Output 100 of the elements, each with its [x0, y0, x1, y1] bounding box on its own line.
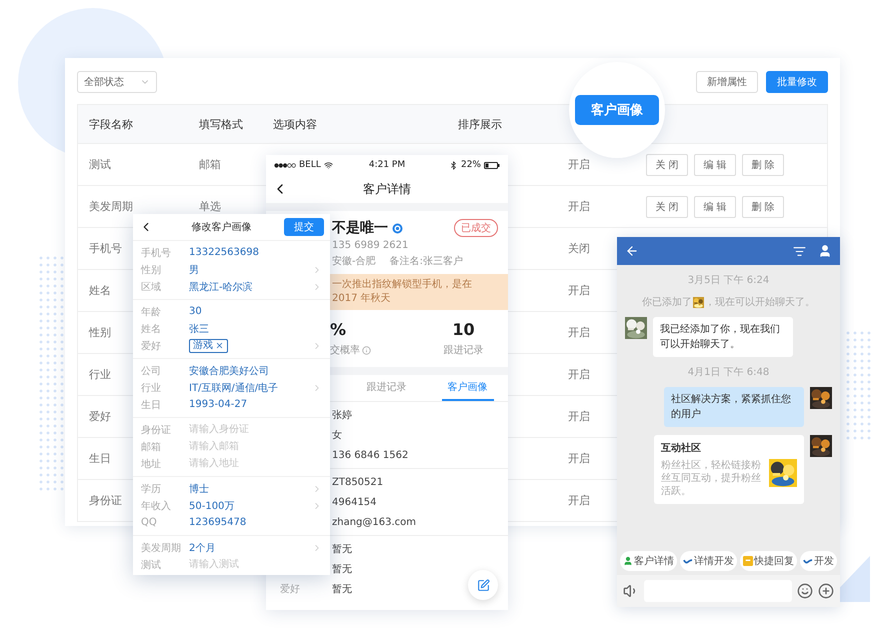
table-cell: 开启 [568, 283, 590, 298]
field-value: 1993-04-27 [189, 399, 248, 410]
field-value: IT/互联网/通信/电子 [189, 382, 278, 394]
field-label: 年龄 [141, 306, 161, 318]
input-field[interactable]: 请输入地址 [189, 458, 312, 469]
field-label: 年收入 [141, 500, 171, 512]
primary-button[interactable]: 批量修改 [766, 71, 828, 93]
table-cell: 手机号 [89, 241, 122, 256]
field-label: 地址 [141, 458, 161, 470]
field-value: 女 [332, 429, 342, 442]
emoji-icon[interactable] [797, 583, 813, 599]
table-cell: 邮箱 [199, 157, 221, 172]
status-dropdown[interactable]: 全部状态 [77, 71, 157, 93]
action-button[interactable]: 编辑 [694, 154, 736, 176]
square-icon [743, 556, 753, 566]
carrier-name: BELL [299, 160, 321, 170]
action-button[interactable]: 删除 [742, 154, 784, 176]
table-cell: 开启 [568, 325, 590, 340]
table-cell: 开启 [568, 409, 590, 424]
field-label: 测试 [141, 558, 161, 572]
status-badge: 已成交 [454, 219, 498, 237]
table-cell: 姓名 [89, 283, 111, 298]
table-cell: 行业 [89, 367, 111, 382]
field-value: 黑龙江-哈尔滨 [189, 280, 253, 294]
input-field[interactable]: 请输入身份证 [189, 424, 312, 435]
table-cell: 单选 [199, 199, 221, 214]
tag[interactable]: 游戏 [189, 338, 228, 352]
table-cell: 开启 [568, 367, 590, 382]
quick-action[interactable]: 开发 [800, 551, 837, 571]
field-value: 张婷 [332, 408, 352, 422]
field-label: 美发周期 [141, 542, 181, 554]
table-cell: 爱好 [89, 409, 111, 424]
edit-icon [476, 578, 490, 592]
wifi-icon [324, 160, 333, 170]
column-header: 填写格式 [199, 116, 243, 132]
input-field[interactable]: 请输入测试 [189, 559, 312, 570]
table-cell: 测试 [89, 157, 111, 172]
field-value: 博士 [189, 482, 209, 496]
table-cell: 性别 [89, 325, 111, 340]
battery-percent: 22% [460, 160, 481, 170]
system-message: ，现在可以开始聊天了。 [705, 296, 815, 309]
message-bubble: 社区解决方案，紧紧抓住您的用户 [664, 387, 804, 427]
field-label: 行业 [141, 382, 161, 394]
info-icon [362, 346, 371, 354]
tab[interactable]: 客户画像 [442, 375, 494, 401]
screen-title: 修改客户画像 [190, 220, 252, 234]
field-value: 男 [189, 264, 199, 276]
toolbar-button[interactable]: 新增属性 [696, 71, 758, 93]
table-cell: 美发周期 [89, 199, 133, 214]
column-header: 选项内容 [273, 116, 317, 132]
status-time: 4:21 PM [368, 160, 406, 170]
action-button[interactable]: 删除 [742, 196, 784, 218]
list-icon[interactable] [793, 244, 806, 258]
field-value: zhang@163.com [332, 516, 416, 528]
wave-icon [803, 558, 813, 564]
field-label: 手机号 [141, 246, 171, 260]
remark-name: 备注名:张三客户 [390, 254, 463, 268]
field-value: 张三 [189, 322, 209, 336]
field-label: 性别 [141, 264, 161, 276]
submit-button[interactable]: 提交 [284, 218, 324, 236]
input-field[interactable]: 请输入邮箱 [189, 441, 312, 452]
customer-name: 不是唯一 [332, 219, 388, 237]
action-button[interactable]: 关闭 [646, 154, 688, 176]
card-description: 粉丝社区，轻松链接粉丝互同互动，提升粉丝活跃。 [661, 459, 762, 498]
stat-label: 交概率 [330, 344, 360, 357]
field-value: 136 6846 1562 [332, 450, 408, 460]
field-label: 区域 [141, 280, 161, 294]
wave-icon [683, 558, 693, 564]
edit-button[interactable] [468, 570, 498, 600]
table-cell: 开启 [568, 199, 590, 214]
quick-action[interactable]: 客户详情 [620, 551, 677, 571]
battery-icon [484, 162, 500, 168]
field-value: 暂无 [332, 562, 352, 576]
column-header: 排序展示 [458, 116, 502, 132]
table-cell: 开启 [568, 451, 590, 466]
action-button[interactable]: 编辑 [694, 196, 736, 218]
bluetooth-icon [448, 160, 458, 170]
stat-value: % [330, 320, 346, 339]
signal-icon [274, 162, 296, 168]
quick-action[interactable]: 快捷回复 [740, 551, 797, 571]
card-title: 互动社区 [661, 442, 702, 455]
field-value: 暂无 [332, 582, 352, 596]
field-value: 123695478 [189, 517, 246, 528]
table-cell: 开启 [568, 493, 590, 508]
table-cell: 关闭 [568, 241, 590, 256]
field-value: 13322563698 [189, 247, 259, 258]
quick-action[interactable]: 详情开发 [680, 551, 737, 571]
phone-number: 135 6989 2621 [332, 240, 408, 251]
field-label: 邮箱 [141, 440, 161, 454]
action-button[interactable]: 关闭 [646, 196, 688, 218]
field-label: 公司 [141, 364, 161, 378]
user-icon[interactable] [818, 244, 832, 258]
field-value: 30 [189, 306, 202, 317]
field-label: 身份证 [141, 424, 171, 436]
column-header: 字段名称 [89, 116, 133, 132]
field-label: 学历 [141, 482, 161, 496]
field-label: 爱好 [141, 340, 161, 352]
plus-icon[interactable] [818, 583, 834, 599]
link-card[interactable]: 互动社区 粉丝社区，轻松链接粉丝互同互动，提升粉丝活跃。 [654, 435, 804, 504]
customer-profile-button[interactable]: 客户画像 [575, 95, 659, 125]
